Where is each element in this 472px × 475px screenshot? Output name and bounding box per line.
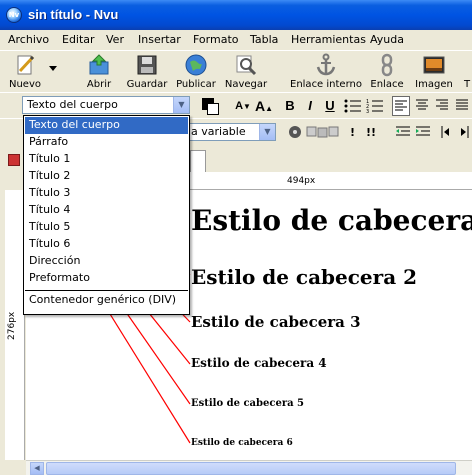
exclamation-icon[interactable]: ! bbox=[350, 126, 355, 139]
title-bar: Nv sin título - Nvu bbox=[0, 0, 472, 30]
font-smaller-button[interactable]: A▼ bbox=[233, 96, 253, 116]
ruler-width-label: 494px bbox=[287, 176, 316, 186]
align-left-icon bbox=[395, 100, 407, 111]
ruler-height-label: 276px bbox=[7, 311, 17, 340]
image-icon bbox=[423, 56, 445, 74]
anchor-label: Enlace interno bbox=[290, 79, 362, 90]
browse-label: Navegar bbox=[224, 79, 268, 90]
open-button[interactable]: Abrir bbox=[78, 51, 120, 93]
bold-button[interactable]: B bbox=[280, 96, 300, 116]
document-tab[interactable] bbox=[190, 150, 206, 172]
align-right-icon[interactable] bbox=[436, 99, 448, 111]
menu-bar: Archivo Editar Ver Insertar Formato Tabl… bbox=[0, 30, 472, 50]
italic-button[interactable]: I bbox=[300, 96, 320, 116]
link-label: Enlace bbox=[370, 79, 404, 90]
dropdown-item-preformato[interactable]: Preformato bbox=[25, 270, 188, 287]
close-tab-icon[interactable] bbox=[8, 154, 20, 166]
new-document-icon bbox=[17, 55, 35, 75]
direction-icons[interactable] bbox=[440, 126, 470, 138]
scroll-left-icon[interactable]: ◀ bbox=[30, 462, 44, 475]
link-chain-icon bbox=[381, 53, 393, 77]
menu-archivo[interactable]: Archivo bbox=[8, 33, 49, 46]
more-toolbar-button[interactable]: T bbox=[462, 51, 472, 93]
dropdown-item-titulo-2[interactable]: Título 2 bbox=[25, 168, 188, 185]
outdent-icon[interactable] bbox=[396, 126, 410, 138]
horizontal-scrollbar[interactable]: ◀ bbox=[26, 460, 472, 475]
nvu-logo-icon[interactable]: Nv bbox=[6, 7, 22, 23]
dropdown-item-div[interactable]: Contenedor genérico (DIV) bbox=[25, 292, 188, 309]
heading-3[interactable]: Estilo de cabecera 3 bbox=[191, 313, 361, 331]
heading-5[interactable]: Estilo de cabecera 5 bbox=[191, 398, 304, 409]
nvu-window: Nv sin título - Nvu Archivo Editar Ver I… bbox=[0, 0, 472, 475]
font-select[interactable]: a variable ▼ bbox=[186, 123, 276, 141]
heading-6[interactable]: Estilo de cabecera 6 bbox=[191, 438, 293, 448]
menu-editar[interactable]: Editar bbox=[62, 33, 95, 46]
align-center-icon[interactable] bbox=[416, 99, 428, 111]
menu-formato[interactable]: Formato bbox=[193, 33, 239, 46]
chevron-down-icon[interactable]: ▼ bbox=[259, 124, 275, 140]
bullet-list-icon[interactable] bbox=[344, 98, 362, 114]
anchor-button[interactable]: Enlace interno bbox=[288, 51, 364, 93]
save-button[interactable]: Guardar bbox=[124, 51, 170, 93]
menu-ver[interactable]: Ver bbox=[106, 33, 124, 46]
menu-ayuda[interactable]: Ayuda bbox=[370, 33, 404, 46]
browse-button[interactable]: Navegar bbox=[222, 51, 270, 93]
text-color-button[interactable] bbox=[200, 96, 220, 116]
new-dropdown-arrow[interactable] bbox=[46, 51, 60, 93]
align-justify-icon[interactable] bbox=[456, 99, 468, 111]
layer-icons[interactable] bbox=[306, 125, 340, 139]
save-label: Guardar bbox=[126, 79, 168, 90]
table-insert-icon[interactable] bbox=[288, 125, 302, 139]
dropdown-item-titulo-3[interactable]: Título 3 bbox=[25, 185, 188, 202]
dropdown-item-direccion[interactable]: Dirección bbox=[25, 253, 188, 270]
publish-label: Publicar bbox=[176, 79, 216, 90]
menu-tabla[interactable]: Tabla bbox=[250, 33, 278, 46]
vertical-ruler: 276px bbox=[5, 190, 25, 460]
font-larger-button[interactable]: A▲ bbox=[254, 96, 274, 116]
numbered-list-icon[interactable]: 1 2 3 bbox=[366, 98, 384, 114]
dropdown-item-titulo-4[interactable]: Título 4 bbox=[25, 202, 188, 219]
anchor-icon bbox=[316, 53, 336, 76]
publish-globe-icon bbox=[185, 54, 207, 76]
dropdown-item-titulo-1[interactable]: Título 1 bbox=[25, 151, 188, 168]
background-color-swatch bbox=[207, 103, 219, 115]
heading-1[interactable]: Estilo de cabecera 1 bbox=[191, 204, 472, 237]
svg-text:3: 3 bbox=[366, 109, 369, 114]
new-label: Nuevo bbox=[8, 79, 41, 90]
open-folder-icon bbox=[89, 54, 109, 75]
paragraph-style-dropdown: Texto del cuerpo Párrafo Título 1 Título… bbox=[23, 115, 190, 315]
scroll-thumb[interactable] bbox=[46, 462, 456, 475]
window-title: sin título - Nvu bbox=[28, 7, 119, 22]
menu-herramientas[interactable]: Herramientas bbox=[291, 33, 366, 46]
double-exclamation-icon[interactable]: !! bbox=[366, 126, 376, 139]
browse-magnifier-icon bbox=[236, 55, 257, 76]
align-left-button[interactable] bbox=[392, 96, 410, 116]
image-label: Imagen bbox=[415, 79, 453, 90]
paragraph-style-select[interactable]: Texto del cuerpo ▼ bbox=[22, 96, 190, 114]
indent-icon[interactable] bbox=[416, 126, 430, 138]
new-button[interactable]: Nuevo bbox=[4, 51, 46, 93]
dropdown-item-titulo-6[interactable]: Título 6 bbox=[25, 236, 188, 253]
chevron-down-icon bbox=[49, 66, 57, 71]
heading-2[interactable]: Estilo de cabecera 2 bbox=[191, 265, 417, 289]
image-button[interactable]: Imagen bbox=[412, 51, 456, 93]
main-toolbar: Nuevo Abrir Guardar Publicar Navegar Enl… bbox=[0, 50, 472, 92]
dropdown-item-parrafo[interactable]: Párrafo bbox=[25, 134, 188, 151]
paragraph-style-value: Texto del cuerpo bbox=[27, 98, 118, 111]
font-select-value: a variable bbox=[191, 125, 246, 138]
dropdown-item-titulo-5[interactable]: Título 5 bbox=[25, 219, 188, 236]
chevron-down-icon[interactable]: ▼ bbox=[173, 97, 189, 113]
publish-button[interactable]: Publicar bbox=[174, 51, 218, 93]
open-label: Abrir bbox=[86, 79, 112, 90]
link-button[interactable]: Enlace bbox=[368, 51, 406, 93]
save-disk-icon bbox=[137, 55, 157, 75]
menu-insertar[interactable]: Insertar bbox=[138, 33, 181, 46]
dropdown-item-texto-del-cuerpo[interactable]: Texto del cuerpo bbox=[25, 117, 188, 134]
heading-4[interactable]: Estilo de cabecera 4 bbox=[191, 356, 327, 370]
dropdown-separator bbox=[25, 290, 188, 291]
underline-button[interactable]: U bbox=[320, 96, 340, 116]
